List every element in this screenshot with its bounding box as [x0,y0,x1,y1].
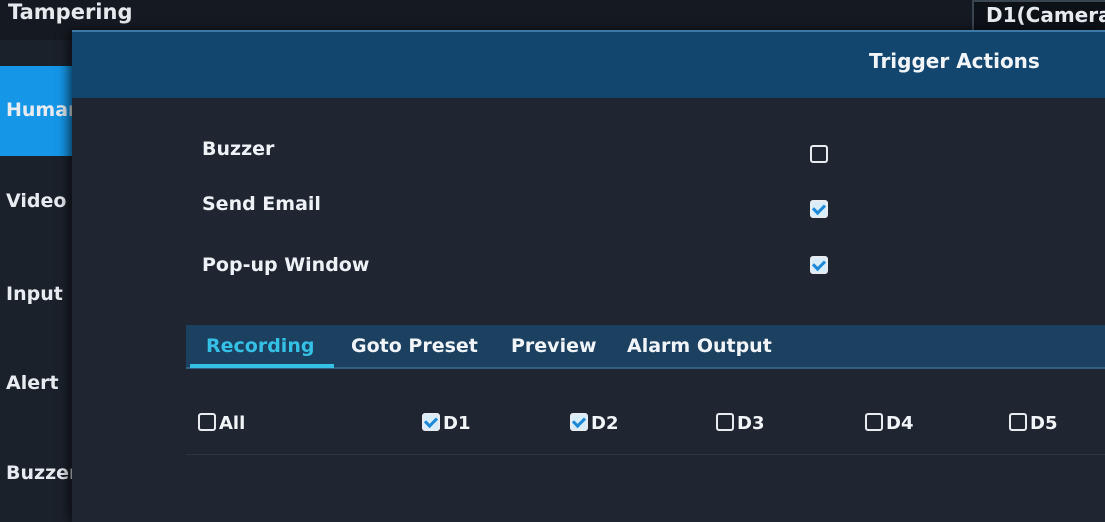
channel-d4-checkbox[interactable] [865,413,883,431]
channel-d5[interactable]: D5 [1009,413,1057,434]
tab-preview[interactable]: Preview [511,335,597,357]
tab-alarm-output[interactable]: Alarm Output [627,335,772,357]
panel-header: Trigger Actions [72,30,1105,98]
channel-all-checkbox[interactable] [198,413,216,431]
channel-select-value: D1(Camera) [986,3,1105,27]
channel-label: All [219,413,246,434]
channel-d5-checkbox[interactable] [1009,413,1027,431]
channel-d4[interactable]: D4 [865,413,913,434]
tab-goto-preset[interactable]: Goto Preset [351,335,478,357]
channel-label: D4 [886,413,914,434]
sidebar-item-label: Buzzer [6,462,79,484]
channel-label: D5 [1030,413,1058,434]
alarm-type-label: Tampering [8,0,133,24]
channel-d1[interactable]: D1 [422,413,470,434]
channel-label: D2 [591,413,619,434]
tab-recording[interactable]: Recording [206,335,314,357]
channel-all[interactable]: All [198,413,245,434]
sidebar-item-label: Alert [6,372,59,394]
channel-d3-checkbox[interactable] [716,413,734,431]
popup-window-option-label: Pop-up Window [202,254,370,276]
sidebar-item-label: Human [6,99,82,121]
sidebar-item-label: Input [6,283,63,305]
buzzer-option-label: Buzzer [202,138,275,160]
sidebar-item-label: Video [6,190,67,212]
channel-d1-checkbox[interactable] [422,413,440,431]
channel-d2[interactable]: D2 [570,413,618,434]
panel-title: Trigger Actions [869,49,1040,73]
buzzer-checkbox[interactable] [810,145,828,163]
channel-row-divider [186,454,1105,455]
channel-d3[interactable]: D3 [716,413,764,434]
active-tab-indicator [190,364,334,368]
send-email-option-label: Send Email [202,193,321,215]
channel-select[interactable]: D1(Camera) [972,0,1105,34]
trigger-actions-panel: Trigger Actions Buzzer Send Email Pop-up… [72,30,1105,522]
send-email-checkbox[interactable] [810,200,828,218]
popup-window-checkbox[interactable] [810,256,828,274]
channel-d2-checkbox[interactable] [570,413,588,431]
channel-label: D1 [443,413,471,434]
channel-label: D3 [737,413,765,434]
